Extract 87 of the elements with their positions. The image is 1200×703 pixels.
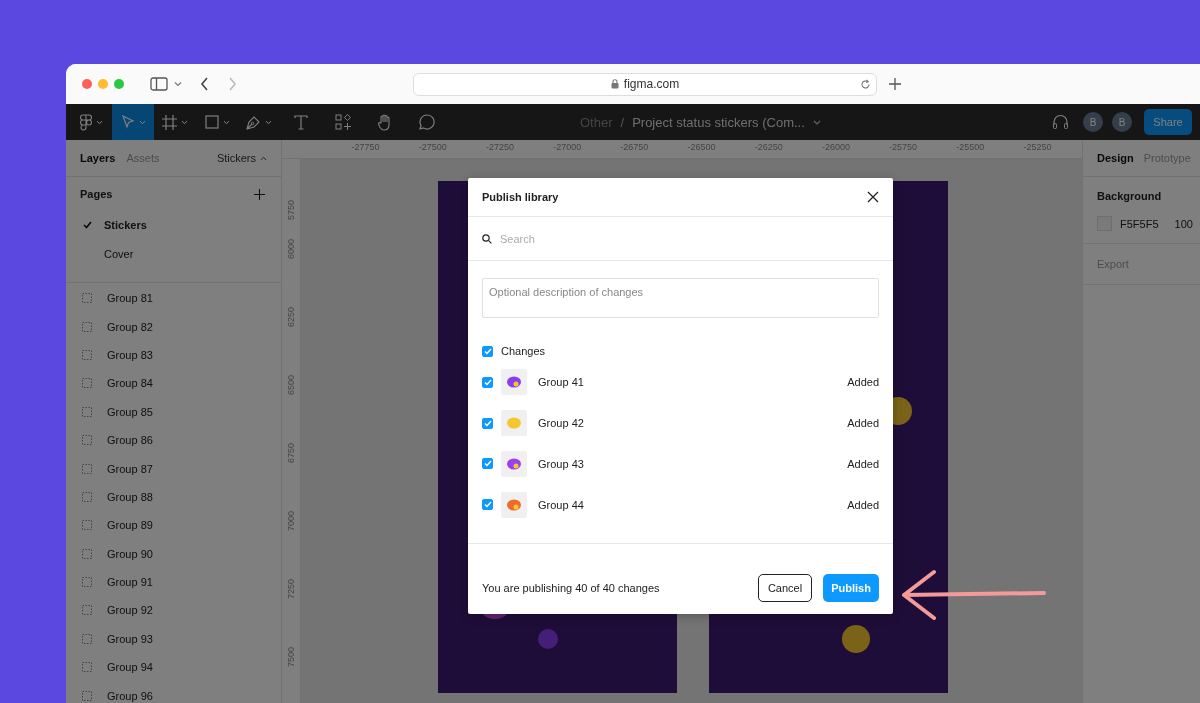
cancel-button[interactable]: Cancel <box>758 574 812 602</box>
item-status: Added <box>847 498 879 511</box>
cursor-icon <box>120 115 135 129</box>
layer-item[interactable]: Group 88 <box>66 482 281 512</box>
group-icon <box>82 435 92 446</box>
headphones-icon[interactable] <box>1052 114 1069 130</box>
address-bar[interactable]: figma.com <box>413 72 877 96</box>
avatar[interactable]: B <box>1112 112 1132 132</box>
page-menu[interactable]: Stickers <box>216 152 267 164</box>
layer-item[interactable]: Group 81 <box>66 284 281 313</box>
publish-button[interactable]: Publish <box>823 574 879 602</box>
new-tab-icon[interactable] <box>889 78 901 90</box>
opacity-value[interactable]: 100 <box>1174 217 1193 230</box>
back-icon[interactable] <box>200 77 209 91</box>
close-icon[interactable] <box>867 191 879 203</box>
group-icon <box>82 633 92 644</box>
group-icon <box>82 406 92 417</box>
group-icon <box>82 548 92 559</box>
minimize-window-icon[interactable] <box>98 79 108 89</box>
frame-icon <box>162 114 177 130</box>
page-item[interactable]: Stickers <box>66 211 281 240</box>
caret-icon <box>181 119 188 125</box>
text-tool-icon <box>294 114 308 130</box>
caret-icon <box>138 119 146 125</box>
layer-item[interactable]: Group 85 <box>66 397 281 426</box>
layer-item[interactable]: Group 91 <box>66 567 281 597</box>
avatar[interactable]: B <box>1083 112 1103 132</box>
group-icon <box>82 605 92 616</box>
ruler-label: -26500 <box>686 141 717 154</box>
layer-item[interactable]: Group 93 <box>66 624 281 654</box>
caret-icon <box>222 119 230 125</box>
ruler-label: -25500 <box>955 141 986 154</box>
pen-icon <box>246 114 261 130</box>
ruler-label: -25250 <box>1022 141 1053 154</box>
caret-icon <box>260 155 267 161</box>
item-status: Added <box>847 376 879 389</box>
layer-item[interactable]: Group 94 <box>66 653 281 682</box>
panel-tab[interactable]: Layers <box>80 152 116 164</box>
close-window-icon[interactable] <box>82 79 92 89</box>
breadcrumb-separator: / <box>620 114 625 130</box>
group-icon <box>82 690 92 701</box>
caret-icon <box>265 119 272 125</box>
group-icon <box>82 520 92 531</box>
rectangle-icon <box>204 115 219 129</box>
group-icon <box>82 662 92 673</box>
group-icon <box>82 491 92 502</box>
caret-icon[interactable] <box>812 119 821 125</box>
section-title: Background <box>1097 190 1163 202</box>
ruler-label: -27750 <box>350 141 381 154</box>
layer-item[interactable]: Group 87 <box>66 454 281 483</box>
color-value[interactable]: F5F5F5 <box>1120 217 1159 230</box>
reload-icon[interactable] <box>860 78 871 90</box>
layer-item[interactable]: Group 96 <box>66 681 281 703</box>
layer-item[interactable]: Group 82 <box>66 312 281 341</box>
page-item[interactable]: Cover <box>66 239 281 268</box>
layer-item[interactable]: Group 92 <box>66 596 281 625</box>
lock-icon <box>610 79 619 89</box>
layer-item[interactable]: Group 86 <box>66 425 281 455</box>
move-tool[interactable] <box>112 104 154 140</box>
caret-icon[interactable] <box>174 81 182 87</box>
panel-tab[interactable]: Design <box>1097 152 1134 164</box>
layer-item[interactable]: Group 90 <box>66 539 281 568</box>
forward-icon[interactable] <box>228 77 237 91</box>
layer-item[interactable]: Group 84 <box>66 369 281 398</box>
file-name[interactable]: Project status stickers (Com... <box>632 114 805 130</box>
logo-icon <box>79 113 92 131</box>
ruler-label: -26750 <box>619 141 650 154</box>
layer-item[interactable]: Group 83 <box>66 340 281 370</box>
maximize-window-icon[interactable] <box>114 79 124 89</box>
layer-item[interactable]: Group 89 <box>66 511 281 540</box>
url-text: figma.com <box>623 77 680 91</box>
comment-icon <box>419 114 435 130</box>
item-status: Added <box>847 417 879 430</box>
group-icon <box>82 378 92 389</box>
group-icon <box>82 321 92 332</box>
group-icon <box>82 293 92 304</box>
caret-icon <box>95 119 103 125</box>
hand-icon <box>377 113 393 131</box>
group-icon <box>82 463 92 474</box>
section-title: Pages <box>80 188 113 200</box>
add-page-icon[interactable] <box>254 188 265 200</box>
item-status: Added <box>847 458 879 470</box>
check-icon <box>83 221 92 230</box>
sidebar-icon[interactable] <box>150 77 168 91</box>
group-icon <box>82 349 92 360</box>
shapes-icon <box>335 114 351 130</box>
group-icon <box>82 577 92 588</box>
